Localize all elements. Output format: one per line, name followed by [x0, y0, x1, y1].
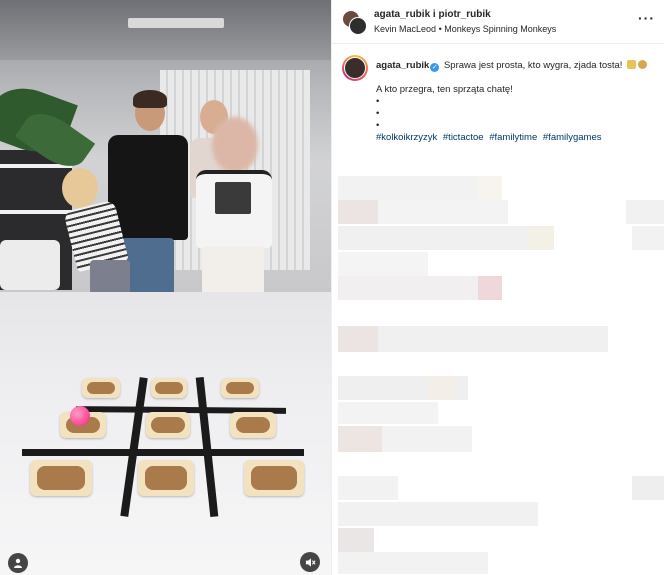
photo-toast	[30, 460, 92, 496]
photo-legs	[90, 260, 130, 295]
photo-ceiling	[0, 0, 331, 60]
pixelated-comments-area	[332, 172, 664, 575]
caption-avatar[interactable]	[342, 55, 368, 81]
person-icon	[14, 558, 22, 568]
pixelated-block	[338, 326, 378, 352]
pixelated-block	[478, 276, 502, 300]
photo-shirt-print	[215, 182, 251, 214]
photo-tape-line	[22, 449, 304, 456]
photo-toast	[221, 378, 259, 398]
pixelated-block	[338, 276, 478, 300]
photo-toast	[151, 378, 187, 398]
photo-toast	[230, 412, 276, 438]
caption-text: agata_rubik ✓ Sprawa jest prosta, kto wyg…	[376, 59, 656, 72]
caption-bullet: •	[376, 108, 380, 119]
user-tag-button[interactable]	[8, 553, 28, 573]
photo-pink-ball	[70, 406, 90, 426]
audio-artist[interactable]: Kevin MacLeod	[374, 24, 436, 34]
caption-line: A kto przegra, ten sprząta chatę!	[376, 84, 513, 95]
pixelated-block	[382, 426, 472, 452]
caption-hashtags: #kolkoikrzyzyk #tictactoe #familytime #f…	[376, 132, 605, 143]
pixelated-block	[428, 376, 454, 400]
hashtag-link[interactable]: #tictactoe	[443, 132, 484, 143]
hashtag-link[interactable]: #familygames	[543, 132, 602, 143]
pixelated-block	[338, 402, 438, 424]
pixelated-block	[338, 528, 374, 552]
pixelated-block	[626, 200, 664, 224]
collab-avatars[interactable]	[342, 10, 367, 35]
mute-button[interactable]	[300, 552, 320, 572]
pixelated-block	[528, 226, 554, 250]
hashtag-link[interactable]: #familytime	[489, 132, 537, 143]
flexed-arm-emoji-icon	[638, 60, 648, 69]
avatar[interactable]	[349, 17, 367, 35]
post-header: agata_rubik i piotr_rubik Kevin MacLeod …	[332, 0, 664, 44]
photo-hair	[62, 168, 98, 208]
pixelated-block	[338, 252, 428, 276]
pixelated-block	[338, 226, 538, 250]
photo-blurred-face	[212, 117, 258, 173]
pixelated-block	[338, 476, 398, 500]
photo-legs	[202, 246, 264, 295]
pixelated-block	[338, 200, 378, 224]
pixelated-block	[338, 176, 478, 200]
pixelated-block	[338, 552, 488, 574]
post-media[interactable]	[0, 0, 331, 575]
speaker-muted-icon	[305, 557, 316, 567]
post-authors[interactable]: agata_rubik i piotr_rubik	[374, 9, 491, 20]
caption-bullet: •	[376, 120, 380, 131]
photo-toast	[82, 378, 120, 398]
photo-ceiling-light	[128, 18, 224, 28]
pixelated-block	[338, 426, 382, 452]
caption-bullet: •	[376, 96, 380, 107]
more-options-button[interactable]: ···	[638, 10, 655, 26]
audio-info[interactable]: Kevin MacLeod • Monkeys Spinning Monkeys	[374, 24, 556, 34]
audio-title[interactable]: Monkeys Spinning Monkeys	[444, 24, 556, 34]
pixelated-block	[378, 326, 608, 352]
photo-toast	[138, 460, 194, 496]
pixelated-block	[338, 502, 538, 526]
photo-toast	[244, 460, 304, 496]
photo-sofa	[0, 240, 60, 290]
photo-toast	[146, 412, 190, 438]
audio-separator: •	[438, 24, 442, 34]
verified-badge-icon: ✓	[430, 63, 440, 72]
pixelated-block	[378, 200, 508, 224]
photo-table	[0, 292, 331, 575]
caption-body: Sprawa jest prosta, kto wygra, zjada tos…	[443, 60, 623, 71]
pixelated-block	[478, 176, 502, 200]
photo-tape-line	[195, 376, 219, 518]
pixelated-block	[632, 226, 664, 250]
photo-room-background	[0, 0, 331, 295]
hashtag-link[interactable]: #kolkoikrzyzyk	[376, 132, 437, 143]
post-sidebar: agata_rubik i piotr_rubik Kevin MacLeod …	[331, 0, 664, 575]
caption-username[interactable]: agata_rubik	[376, 60, 429, 71]
bread-emoji-icon	[627, 60, 637, 69]
pixelated-block	[632, 476, 664, 500]
photo-shelf	[0, 210, 72, 214]
photo-hair	[133, 90, 167, 108]
